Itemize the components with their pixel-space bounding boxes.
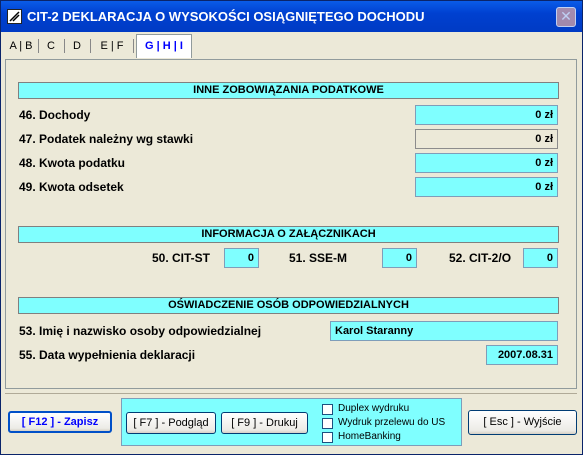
tab-divider (90, 39, 91, 53)
footer-divider (5, 393, 577, 394)
save-button[interactable]: [ F12 ] - Zapisz (8, 411, 112, 433)
label-podatek-nalezny: 47. Podatek należny wg stawki (19, 132, 194, 146)
tab-g-h-i[interactable]: G | H | I (136, 34, 192, 58)
field-sse-m[interactable]: 0 (382, 248, 417, 268)
tab-d[interactable]: D (68, 35, 86, 57)
field-responsible-person[interactable]: Karol Staranny (330, 321, 558, 341)
section-header-obligations: INNE ZOBOWIĄZANIA PODATKOWE (18, 82, 559, 99)
transfer-print-label: Wydruk przelewu do US (338, 417, 446, 428)
transfer-print-checkbox[interactable] (322, 418, 333, 429)
exit-button[interactable]: [ Esc ] - Wyjście (468, 410, 577, 435)
print-button[interactable]: [ F9 ] - Drukuj (221, 412, 308, 434)
window-title: CIT-2 DEKLARACJA O WYSOKOŚCI OSIĄGNIĘTEG… (27, 9, 425, 24)
duplex-label: Duplex wydruku (338, 403, 410, 414)
label-cit-2-o: 52. CIT-2/O (449, 251, 512, 265)
app-icon (7, 9, 22, 24)
tab-divider (38, 39, 39, 53)
label-responsible-person: 53. Imię i nazwisko osoby odpowiedzialne… (19, 324, 262, 338)
label-fill-date: 55. Data wypełnienia deklaracji (19, 348, 196, 362)
field-cit-2-o[interactable]: 0 (523, 248, 558, 268)
tab-divider (64, 39, 65, 53)
label-kwota-odsetek: 49. Kwota odsetek (19, 180, 124, 194)
label-cit-st: 50. CIT-ST (152, 251, 211, 265)
homebanking-checkbox[interactable] (322, 432, 333, 443)
field-podatek-nalezny: 0 zł (415, 129, 558, 149)
field-fill-date[interactable]: 2007.08.31 (486, 345, 558, 365)
label-kwota-podatku: 48. Kwota podatku (19, 156, 126, 170)
section-header-attachments: INFORMACJA O ZAŁĄCZNIKACH (18, 226, 559, 243)
tab-c[interactable]: C (42, 35, 60, 57)
close-button[interactable]: ✕ (556, 7, 576, 27)
field-dochody[interactable]: 0 zł (415, 105, 558, 125)
tab-strip: A | B C D E | F G | H | I (2, 32, 581, 59)
label-sse-m: 51. SSE-M (289, 251, 348, 265)
label-dochody: 46. Dochody (19, 108, 91, 122)
field-kwota-podatku[interactable]: 0 zł (415, 153, 558, 173)
dialog-window: CIT-2 DEKLARACJA O WYSOKOŚCI OSIĄGNIĘTEG… (0, 0, 583, 455)
title-bar[interactable]: CIT-2 DEKLARACJA O WYSOKOŚCI OSIĄGNIĘTEG… (1, 1, 582, 32)
section-header-statement: OŚWIADCZENIE OSÓB ODPOWIEDZIALNYCH (18, 297, 559, 314)
duplex-checkbox[interactable] (322, 404, 333, 415)
homebanking-label: HomeBanking (338, 431, 401, 442)
print-options-group: [ F7 ] - Podgląd [ F9 ] - Drukuj Duplex … (121, 398, 462, 446)
preview-button[interactable]: [ F7 ] - Podgląd (126, 412, 216, 434)
tab-a-b[interactable]: A | B (7, 35, 35, 57)
tab-panel: INNE ZOBOWIĄZANIA PODATKOWE 46. Dochody … (5, 59, 577, 389)
field-cit-st[interactable]: 0 (224, 248, 259, 268)
tab-e-f[interactable]: E | F (94, 35, 130, 57)
field-kwota-odsetek[interactable]: 0 zł (415, 177, 558, 197)
tab-divider (133, 39, 134, 53)
